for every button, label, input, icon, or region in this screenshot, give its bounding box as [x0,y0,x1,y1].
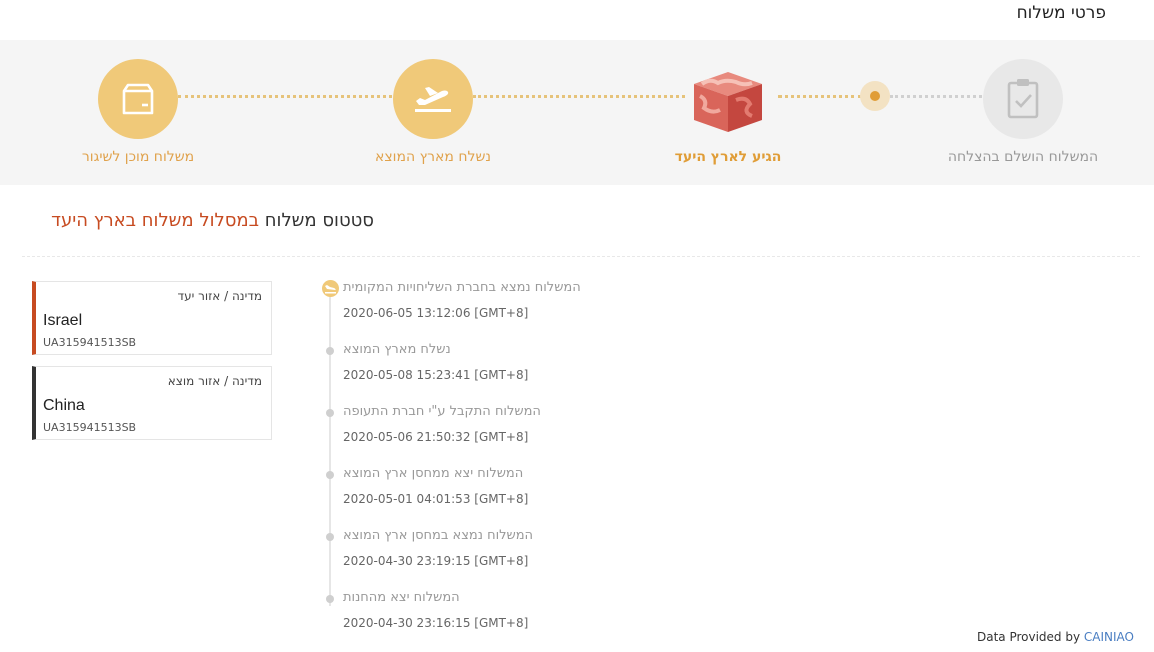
shipment-status: סטטוס משלוח במסלול משלוח בארץ היעד [51,210,374,231]
event-time: 2020-05-01 04:01:53 [GMT+8] [343,492,529,506]
event-time: 2020-06-05 13:12:06 [GMT+8] [343,306,529,320]
clipboard-check-icon [1007,79,1039,119]
event-description: המשלוח התקבל ע"י חברת התעופה [343,404,541,419]
page-title: פרטי משלוח [1016,3,1106,23]
timeline-dot [326,471,334,479]
step-connector [178,95,392,98]
step-connector [473,95,685,98]
event-description: המשלוח יצא מהחנות [343,590,460,605]
step-label-arrived: הגיע לארץ היעד [674,149,782,165]
timeline-dot [326,347,334,355]
status-prefix: סטטוס משלוח [264,210,374,231]
event-time: 2020-04-30 23:19:15 [GMT+8] [343,554,529,568]
data-provider: Data Provided by CAINIAO [977,630,1134,644]
timeline-line [329,290,331,606]
event-description: המשלוח נמצא במחסן ארץ המוצא [343,528,534,543]
current-step-indicator [860,81,890,111]
plane-landing-icon [325,285,336,294]
step-circle-departed [393,59,473,139]
status-value: במסלול משלוח בארץ היעד [51,210,260,231]
event-time: 2020-05-06 21:50:32 [GMT+8] [343,430,529,444]
event-description: המשלוח יצא ממחסן ארץ המוצא [343,466,524,481]
timeline-current-dot [322,280,339,297]
destination-tracking: UA315941513SB [43,336,137,349]
origin-country: China [43,397,85,414]
origin-card: מדינה / אזור מוצא China UA315941513SB [32,366,272,440]
package-icon [122,83,154,115]
origin-tracking: UA315941513SB [43,421,137,434]
step-circle-completed [983,59,1063,139]
step-connector [778,95,862,98]
destination-country: Israel [43,312,83,329]
event-description: המשלוח נמצא בחברת השליחויות המקומית [343,280,581,295]
divider [22,256,1140,257]
step-label-completed: המשלוח הושלם בהצלחה [947,149,1099,165]
step-circle-ready [98,59,178,139]
cainiao-link[interactable]: CAINIAO [1084,630,1134,644]
event-description: נשלח מארץ המוצא [343,342,451,357]
cube-map-icon [694,72,762,132]
destination-label: מדינה / אזור יעד [177,289,262,303]
origin-label: מדינה / אזור מוצא [167,374,262,388]
footer-text: Data Provided by [976,630,1081,644]
step-label-departed: נשלח מארץ המוצא [375,149,491,165]
destination-card: מדינה / אזור יעד Israel UA315941513SB [32,281,272,355]
timeline-dot [326,533,334,541]
event-time: 2020-05-08 15:23:41 [GMT+8] [343,368,529,382]
step-connector [890,95,982,98]
event-time: 2020-04-30 23:16:15 [GMT+8] [343,616,529,630]
timeline-dot [326,595,334,603]
timeline-dot [326,409,334,417]
airplane-takeoff-icon [415,87,451,112]
step-label-ready: משלוח מוכן לשיגור [81,149,195,165]
